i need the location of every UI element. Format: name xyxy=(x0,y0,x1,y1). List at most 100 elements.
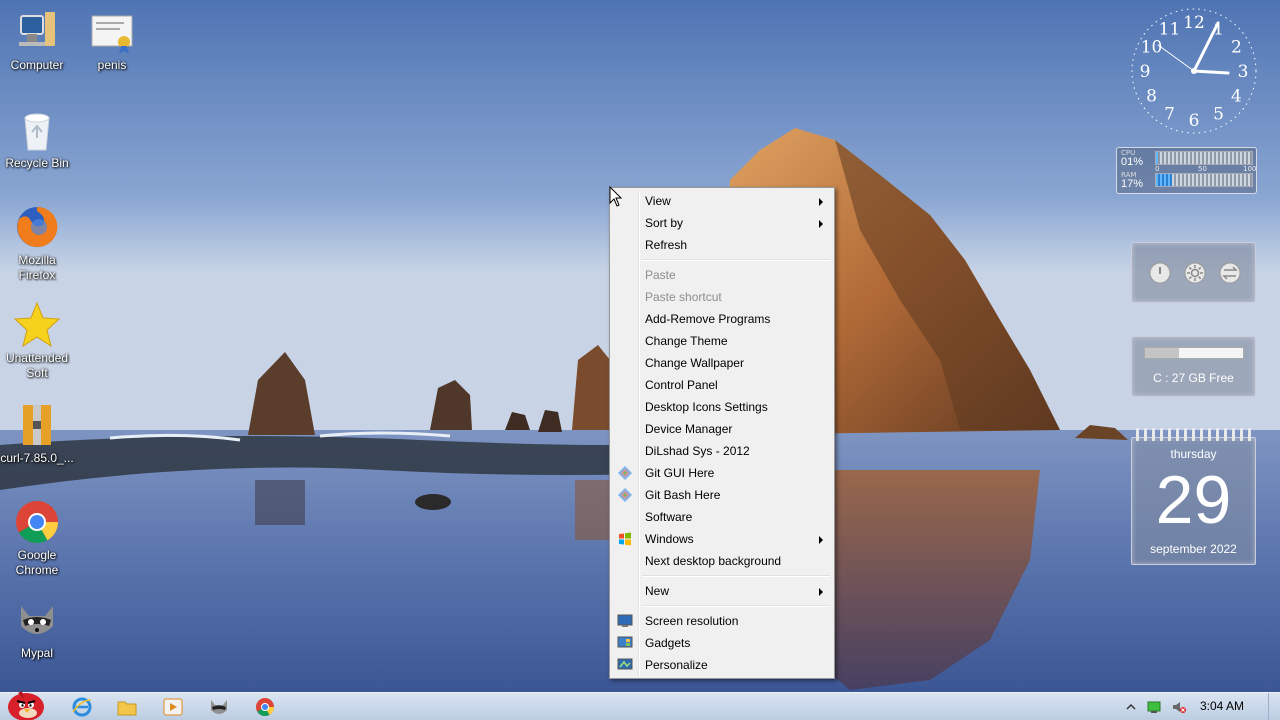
media-player-icon[interactable] xyxy=(162,696,184,718)
calendar-weekday: thursday xyxy=(1170,447,1217,461)
clock-number: 10 xyxy=(1141,38,1163,58)
menu-item-label: Screen resolution xyxy=(645,614,739,628)
ram-value: 17% xyxy=(1121,178,1144,190)
desktop-icon-penis[interactable]: penis xyxy=(75,8,149,73)
menu-item-label: Add-Remove Programs xyxy=(645,312,771,326)
desktop-icon-label: Unattended Soft xyxy=(5,351,69,380)
desktop-icon-curl[interactable]: curl-7.85.0_... xyxy=(0,401,74,466)
firefox-icon xyxy=(17,206,58,247)
menu-item-label: Git GUI Here xyxy=(645,466,715,480)
menu-item-view[interactable]: View xyxy=(612,190,832,212)
gadgets-icon xyxy=(617,636,633,648)
ram-meter-row: RAM 17% xyxy=(1119,171,1256,193)
ram-bar xyxy=(1155,173,1253,187)
menu-item-refresh[interactable]: Refresh xyxy=(612,234,832,256)
menu-item-screen-resolution[interactable]: Screen resolution xyxy=(612,610,832,632)
desktop-icon-label: Mozilla Firefox xyxy=(18,253,56,282)
cpu-bar xyxy=(1155,151,1253,165)
menu-item-label: DiLshad Sys - 2012 xyxy=(645,444,750,458)
menu-item-label: Windows xyxy=(645,532,694,546)
personalize-icon xyxy=(617,658,633,670)
menu-item-add-remove-programs[interactable]: Add-Remove Programs xyxy=(612,308,832,330)
desktop-icon-mypal[interactable]: Mypal xyxy=(0,596,74,661)
star-icon xyxy=(13,301,61,348)
mypal-icon[interactable] xyxy=(208,696,230,718)
menu-item-label: Software xyxy=(645,510,693,524)
desktop-icon-label: Recycle Bin xyxy=(5,156,69,170)
desktop-icon-firefox[interactable]: Mozilla Firefox xyxy=(0,203,74,283)
clock-number: 6 xyxy=(1189,111,1200,131)
show-desktop-button[interactable] xyxy=(1268,693,1280,720)
desktop-icon-recycle-bin[interactable]: Recycle Bin xyxy=(0,106,74,171)
show-hidden-icons-icon[interactable] xyxy=(1124,700,1138,714)
menu-item-label: Git Bash Here xyxy=(645,488,721,502)
network-icon[interactable] xyxy=(1147,700,1161,714)
explorer-folder-icon[interactable] xyxy=(116,696,138,718)
menu-item-label: Next desktop background xyxy=(645,554,782,568)
menu-item-device-manager[interactable]: Device Manager xyxy=(612,418,832,440)
meter-scale-label: 100 xyxy=(1243,165,1257,173)
menu-separator xyxy=(612,256,832,264)
menu-item-new[interactable]: New xyxy=(612,580,832,602)
chrome-icon xyxy=(16,501,59,544)
menu-item-next-desktop-background[interactable]: Next desktop background xyxy=(612,550,832,572)
calendar-binder-rings xyxy=(1136,428,1252,441)
angry-bird-start-icon[interactable] xyxy=(4,685,48,720)
clock-number: 7 xyxy=(1164,104,1175,124)
mouse-cursor-icon xyxy=(609,186,623,207)
menu-item-dilshad-sys[interactable]: DiLshad Sys - 2012 xyxy=(612,440,832,462)
submenu-arrow-icon xyxy=(819,536,823,544)
meter-scale-label: 50 xyxy=(1198,165,1207,173)
menu-item-sort-by[interactable]: Sort by xyxy=(612,212,832,234)
menu-item-label: Paste shortcut xyxy=(645,290,722,304)
menu-item-gadgets[interactable]: Gadgets xyxy=(612,632,832,654)
clock-number: 2 xyxy=(1231,38,1242,58)
chrome-icon[interactable] xyxy=(254,696,276,718)
menu-item-software[interactable]: Software xyxy=(612,506,832,528)
menu-item-label: Device Manager xyxy=(645,422,733,436)
calendar-page: thursday 29 september 2022 xyxy=(1131,437,1256,565)
desktop-icon-unattended-soft[interactable]: Unattended Soft xyxy=(0,301,74,381)
drive-space-gadget[interactable]: C : 27 GB Free xyxy=(1131,336,1256,397)
desktop-icon-computer[interactable]: Computer xyxy=(0,8,74,73)
menu-item-change-theme[interactable]: Change Theme xyxy=(612,330,832,352)
volume-muted-icon[interactable] xyxy=(1172,700,1186,714)
menu-item-label: Sort by xyxy=(645,216,684,230)
menu-item-git-bash-here[interactable]: Git Bash Here xyxy=(612,484,832,506)
drive-usage-bar xyxy=(1144,347,1244,359)
desktop-context-menu: View Sort by Refresh Paste Paste shortcu… xyxy=(609,187,835,679)
menu-item-label: Gadgets xyxy=(645,636,691,650)
meter-scale-label: 0 xyxy=(1155,165,1160,173)
calendar-gadget[interactable]: thursday 29 september 2022 xyxy=(1131,428,1256,565)
menu-item-label: Refresh xyxy=(645,238,688,252)
menu-item-windows[interactable]: Windows xyxy=(612,528,832,550)
internet-explorer-icon[interactable] xyxy=(71,696,93,718)
brightness-icon[interactable] xyxy=(1183,261,1207,285)
menu-item-git-gui-here[interactable]: Git GUI Here xyxy=(612,462,832,484)
menu-item-control-panel[interactable]: Control Panel xyxy=(612,374,832,396)
taskbar-clock[interactable]: 3:04 AM xyxy=(1200,699,1244,713)
desktop-icon-label: curl-7.85.0_... xyxy=(0,451,74,465)
computer-icon xyxy=(19,12,55,46)
menu-item-desktop-icons-settings[interactable]: Desktop Icons Settings xyxy=(612,396,832,418)
menu-separator xyxy=(612,602,832,610)
menu-item-personalize[interactable]: Personalize xyxy=(612,654,832,676)
cpu-meter-gadget[interactable]: CPU 01% RAM 17% 0 50 100 xyxy=(1116,147,1257,194)
power-icon[interactable] xyxy=(1148,261,1172,285)
desktop-icon-chrome[interactable]: Google Chrome xyxy=(0,498,74,578)
menu-item-paste-shortcut: Paste shortcut xyxy=(612,286,832,308)
menu-item-change-wallpaper[interactable]: Change Wallpaper xyxy=(612,352,832,374)
clock-number: 3 xyxy=(1238,62,1249,82)
menu-item-label: Personalize xyxy=(645,658,708,672)
clock-number: 8 xyxy=(1146,87,1157,107)
submenu-arrow-icon xyxy=(819,588,823,596)
switch-user-icon[interactable] xyxy=(1218,261,1242,285)
recycle-bin-icon xyxy=(24,113,50,151)
shutdown-controls-gadget xyxy=(1131,242,1256,303)
submenu-arrow-icon xyxy=(819,220,823,228)
cpu-value: 01% xyxy=(1121,156,1144,168)
raccoon-icon xyxy=(21,606,53,634)
menu-separator xyxy=(612,572,832,580)
clock-gadget[interactable]: 12 1234567891011 xyxy=(1128,5,1260,137)
submenu-arrow-icon xyxy=(819,198,823,206)
